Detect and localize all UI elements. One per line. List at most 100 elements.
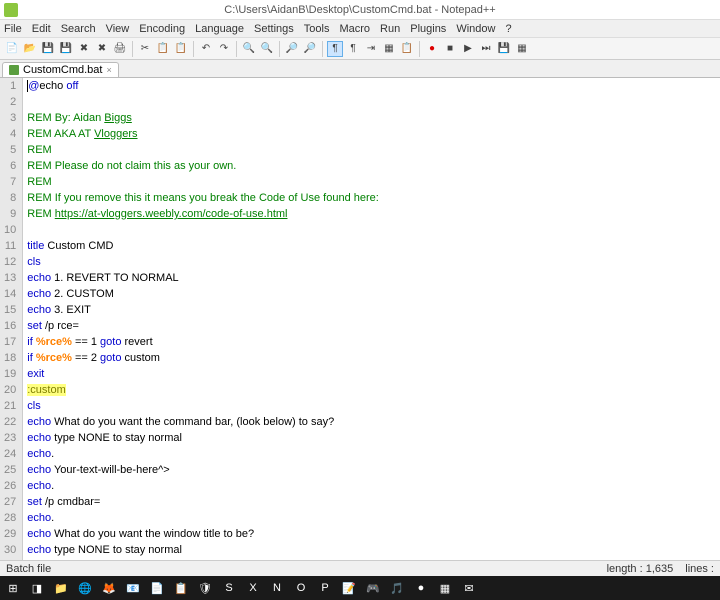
taskbar-icon-17[interactable]: ● xyxy=(412,579,430,597)
line-number: 12 xyxy=(4,254,16,270)
menu-?[interactable]: ? xyxy=(505,23,511,35)
menu-edit[interactable]: Edit xyxy=(32,23,51,35)
close-all-icon[interactable]: ✖ xyxy=(94,41,110,57)
show-all-icon[interactable]: ¶ xyxy=(345,41,361,57)
code-line[interactable]: REM https://at-vloggers.weebly.com/code-… xyxy=(27,206,720,222)
save-all-icon[interactable]: 💾 xyxy=(58,41,74,57)
code-line[interactable]: set /p cmdbar= xyxy=(27,494,720,510)
code-line[interactable]: echo What do you want the command bar, (… xyxy=(27,414,720,430)
code-line[interactable]: echo. xyxy=(27,446,720,462)
taskbar-icon-4[interactable]: 🦊 xyxy=(100,579,118,597)
line-number: 23 xyxy=(4,430,16,446)
save-icon[interactable]: 💾 xyxy=(40,41,56,57)
undo-icon[interactable]: ↶ xyxy=(198,41,214,57)
code-line[interactable]: echo type NONE to stay normal xyxy=(27,430,720,446)
lang-icon[interactable]: ▦ xyxy=(381,41,397,57)
print-icon[interactable]: 🖨 xyxy=(112,41,128,57)
taskbar-icon-11[interactable]: N xyxy=(268,579,286,597)
code-line[interactable]: REM By: Aidan Biggs xyxy=(27,110,720,126)
menu-settings[interactable]: Settings xyxy=(254,23,294,35)
code-line[interactable]: echo 1. REVERT TO NORMAL xyxy=(27,270,720,286)
taskbar-icon-16[interactable]: 🎵 xyxy=(388,579,406,597)
indent-icon[interactable]: ⇥ xyxy=(363,41,379,57)
replace-icon[interactable]: 🔍 xyxy=(259,41,275,57)
taskbar-icon-2[interactable]: 📁 xyxy=(52,579,70,597)
doc-map-icon[interactable]: 📋 xyxy=(399,41,415,57)
code-line[interactable]: REM xyxy=(27,174,720,190)
toolbar-icon[interactable]: ▦ xyxy=(514,41,530,57)
taskbar-icon-14[interactable]: 📝 xyxy=(340,579,358,597)
taskbar-icon-5[interactable]: 📧 xyxy=(124,579,142,597)
play-multi-icon[interactable]: ⏭ xyxy=(478,41,494,57)
copy-icon[interactable]: 📋 xyxy=(155,41,171,57)
paste-icon[interactable]: 📋 xyxy=(173,41,189,57)
code-line[interactable]: if %rce% == 1 goto revert xyxy=(27,334,720,350)
taskbar-icon-0[interactable]: ⊞ xyxy=(4,579,22,597)
code-line[interactable]: exit xyxy=(27,366,720,382)
separator xyxy=(419,41,420,57)
find-icon[interactable]: 🔍 xyxy=(241,41,257,57)
taskbar-icon-15[interactable]: 🎮 xyxy=(364,579,382,597)
line-number: 17 xyxy=(4,334,16,350)
code-line[interactable]: :custom xyxy=(27,382,720,398)
code-line[interactable]: echo Your-text-will-be-here^> xyxy=(27,462,720,478)
code-line[interactable]: echo What do you want the window title t… xyxy=(27,526,720,542)
code-line[interactable]: title Custom CMD xyxy=(27,238,720,254)
code-area[interactable]: @echo off REM By: Aidan BiggsREM AKA AT V… xyxy=(23,78,720,560)
menu-file[interactable]: File xyxy=(4,23,22,35)
stop-icon[interactable]: ■ xyxy=(442,41,458,57)
code-line[interactable]: REM xyxy=(27,142,720,158)
code-line[interactable]: cls xyxy=(27,254,720,270)
code-line[interactable]: set /p rce= xyxy=(27,318,720,334)
code-line[interactable]: REM Please do not claim this as your own… xyxy=(27,158,720,174)
code-line[interactable]: echo type NONE to stay normal xyxy=(27,542,720,558)
new-file-icon[interactable]: 📄 xyxy=(4,41,20,57)
code-line[interactable]: echo. xyxy=(27,510,720,526)
wrap-icon[interactable]: ¶ xyxy=(327,41,343,57)
code-line[interactable] xyxy=(27,222,720,238)
code-line[interactable]: echo. xyxy=(27,478,720,494)
code-line[interactable]: REM If you remove this it means you brea… xyxy=(27,190,720,206)
zoom-in-icon[interactable]: 🔎 xyxy=(284,41,300,57)
menu-plugins[interactable]: Plugins xyxy=(410,23,446,35)
editor[interactable]: 1234567891011121314151617181920212223242… xyxy=(0,78,720,560)
taskbar-icon-12[interactable]: O xyxy=(292,579,310,597)
line-number: 16 xyxy=(4,318,16,334)
taskbar-icon-13[interactable]: P xyxy=(316,579,334,597)
record-icon[interactable]: ● xyxy=(424,41,440,57)
menu-window[interactable]: Window xyxy=(456,23,495,35)
code-line[interactable]: echo 2. CUSTOM xyxy=(27,286,720,302)
tab-close-icon[interactable]: × xyxy=(106,65,111,75)
code-line[interactable]: if %rce% == 2 goto custom xyxy=(27,350,720,366)
taskbar-icon-8[interactable]: 🛡 xyxy=(196,579,214,597)
tab-customcmd[interactable]: CustomCmd.bat × xyxy=(2,62,119,77)
cut-icon[interactable]: ✂ xyxy=(137,41,153,57)
menu-run[interactable]: Run xyxy=(380,23,400,35)
menu-language[interactable]: Language xyxy=(195,23,244,35)
save-macro-icon[interactable]: 💾 xyxy=(496,41,512,57)
zoom-out-icon[interactable]: 🔎 xyxy=(302,41,318,57)
menu-view[interactable]: View xyxy=(106,23,130,35)
code-line[interactable]: echo 3. EXIT xyxy=(27,302,720,318)
menu-search[interactable]: Search xyxy=(61,23,96,35)
menu-tools[interactable]: Tools xyxy=(304,23,330,35)
taskbar-icon-10[interactable]: X xyxy=(244,579,262,597)
play-icon[interactable]: ▶ xyxy=(460,41,476,57)
code-line[interactable] xyxy=(27,94,720,110)
redo-icon[interactable]: ↷ xyxy=(216,41,232,57)
close-icon[interactable]: ✖ xyxy=(76,41,92,57)
code-line[interactable]: REM AKA AT Vloggers xyxy=(27,126,720,142)
code-line[interactable]: @echo off xyxy=(27,78,720,94)
menu-encoding[interactable]: Encoding xyxy=(139,23,185,35)
taskbar-icon-3[interactable]: 🌐 xyxy=(76,579,94,597)
taskbar-icon-6[interactable]: 📄 xyxy=(148,579,166,597)
taskbar-icon-1[interactable]: ◨ xyxy=(28,579,46,597)
taskbar-icon-7[interactable]: 📋 xyxy=(172,579,190,597)
taskbar-icon-18[interactable]: ▦ xyxy=(436,579,454,597)
line-number: 11 xyxy=(4,238,16,254)
taskbar-icon-9[interactable]: S xyxy=(220,579,238,597)
open-file-icon[interactable]: 📂 xyxy=(22,41,38,57)
taskbar-icon-19[interactable]: ✉ xyxy=(460,579,478,597)
code-line[interactable]: cls xyxy=(27,398,720,414)
menu-macro[interactable]: Macro xyxy=(339,23,370,35)
